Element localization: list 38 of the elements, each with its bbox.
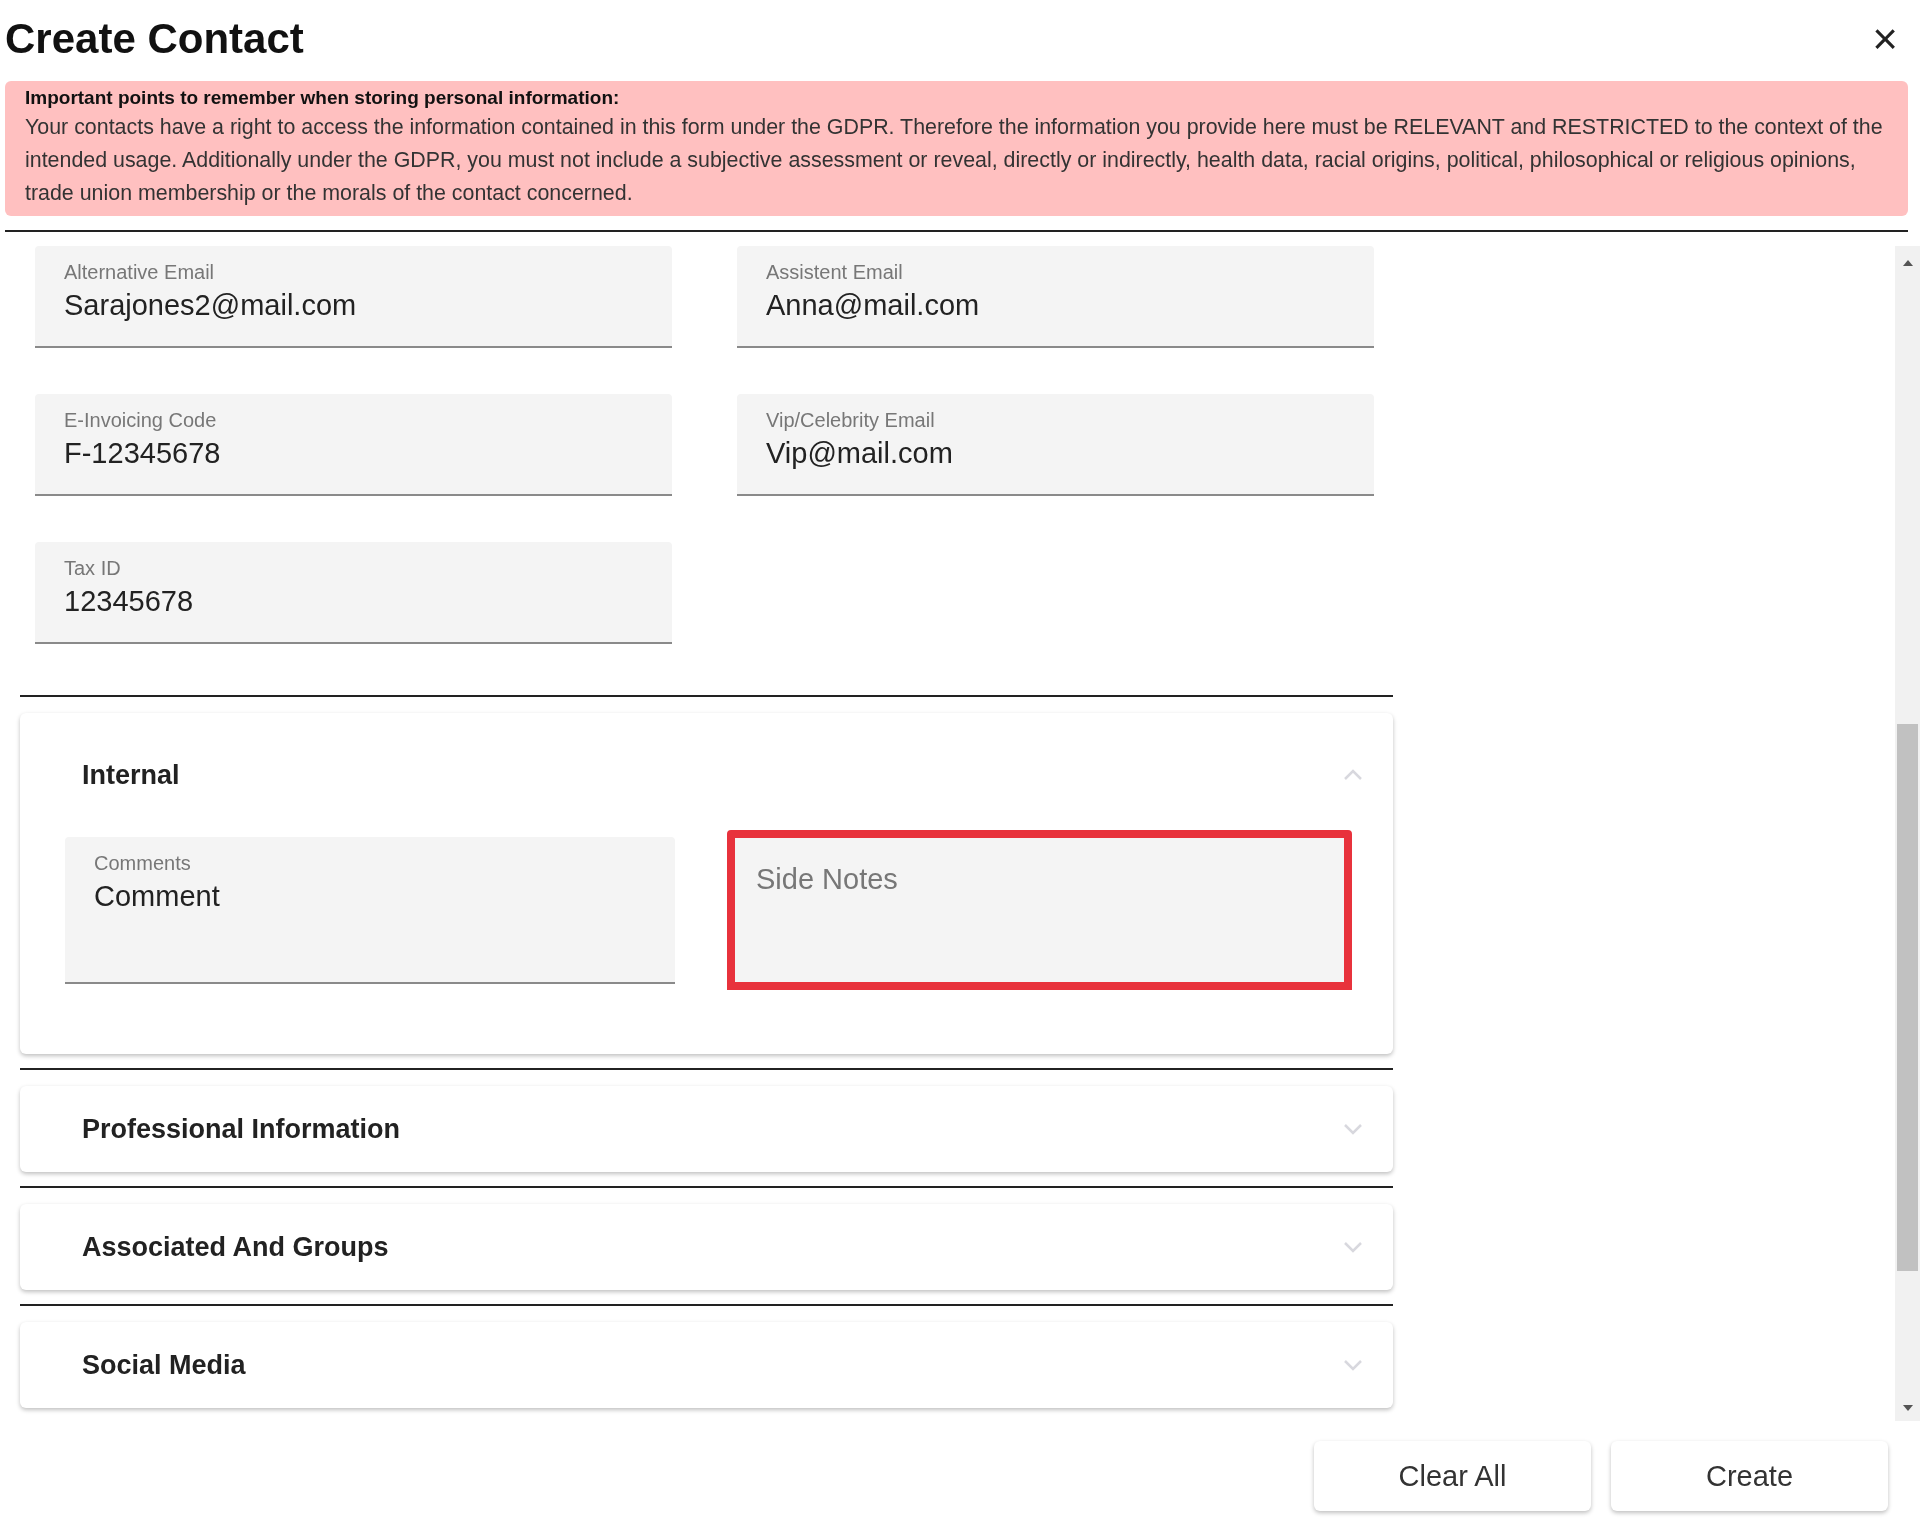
field-label: Alternative Email (64, 260, 216, 285)
scrollbar-thumb[interactable] (1897, 724, 1918, 1271)
field-label: Vip/Celebrity Email (766, 408, 936, 433)
close-button[interactable]: × (1872, 17, 1898, 61)
action-button[interactable]: Create (1611, 1441, 1888, 1511)
section-title[interactable]: Internal (82, 759, 180, 791)
text-field[interactable]: Assistent Email Anna@mail.com (737, 246, 1374, 348)
scrollbar[interactable] (1895, 246, 1920, 1421)
text-input[interactable]: Comment (94, 880, 646, 913)
text-field[interactable]: Vip/Celebrity Email Vip@mail.com (737, 394, 1374, 496)
section-title[interactable]: Associated And Groups (82, 1231, 389, 1263)
text-field[interactable]: Alternative Email Sarajones2@mail.com (35, 246, 672, 348)
notice-text: Your contacts have a right to access the information contained in this form under the GDPR. Therefore the information you provide here must be RELEVANT and RESTRICTED to the context of the intended usage. Additionally under the GDPR, you must not include a subjective assessment or reveal, directly or indirectly, health data, racial origins, political, philosophical or religious opinions, trade union membership or the morals of the contact concerned. (25, 114, 1884, 207)
text-input[interactable]: Side Notes (756, 863, 1315, 896)
text-input[interactable]: Sarajones2@mail.com (64, 289, 643, 322)
dialog-title: Create Contact (5, 15, 304, 63)
chevron-down-icon[interactable] (1343, 1359, 1363, 1371)
field-label: E-Invoicing Code (64, 408, 218, 433)
text-field[interactable]: Side Notes (727, 830, 1352, 990)
field-label: Comments (94, 851, 192, 876)
chevron-down-icon[interactable] (1343, 1241, 1363, 1253)
scroll-up-icon[interactable] (1902, 260, 1913, 266)
notice-heading: Important points to remember when storing personal information: (25, 86, 621, 110)
section-title[interactable]: Professional Information (82, 1113, 401, 1145)
section-title[interactable]: Social Media (82, 1349, 246, 1381)
chevron-down-icon[interactable] (1343, 1123, 1363, 1135)
field-label: Assistent Email (766, 260, 904, 285)
text-input[interactable]: F-12345678 (64, 437, 643, 470)
text-field[interactable]: E-Invoicing Code F-12345678 (35, 394, 672, 496)
field-label: Tax ID (64, 556, 122, 581)
text-field[interactable]: Comments Comment (65, 837, 675, 984)
action-button[interactable]: Clear All (1314, 1441, 1591, 1511)
text-input[interactable]: Vip@mail.com (766, 437, 1345, 470)
chevron-up-icon[interactable] (1343, 769, 1363, 781)
text-field[interactable]: Tax ID 12345678 (35, 542, 672, 644)
text-input[interactable]: 12345678 (64, 585, 643, 618)
scroll-down-icon[interactable] (1902, 1405, 1913, 1411)
text-input[interactable]: Anna@mail.com (766, 289, 1345, 322)
